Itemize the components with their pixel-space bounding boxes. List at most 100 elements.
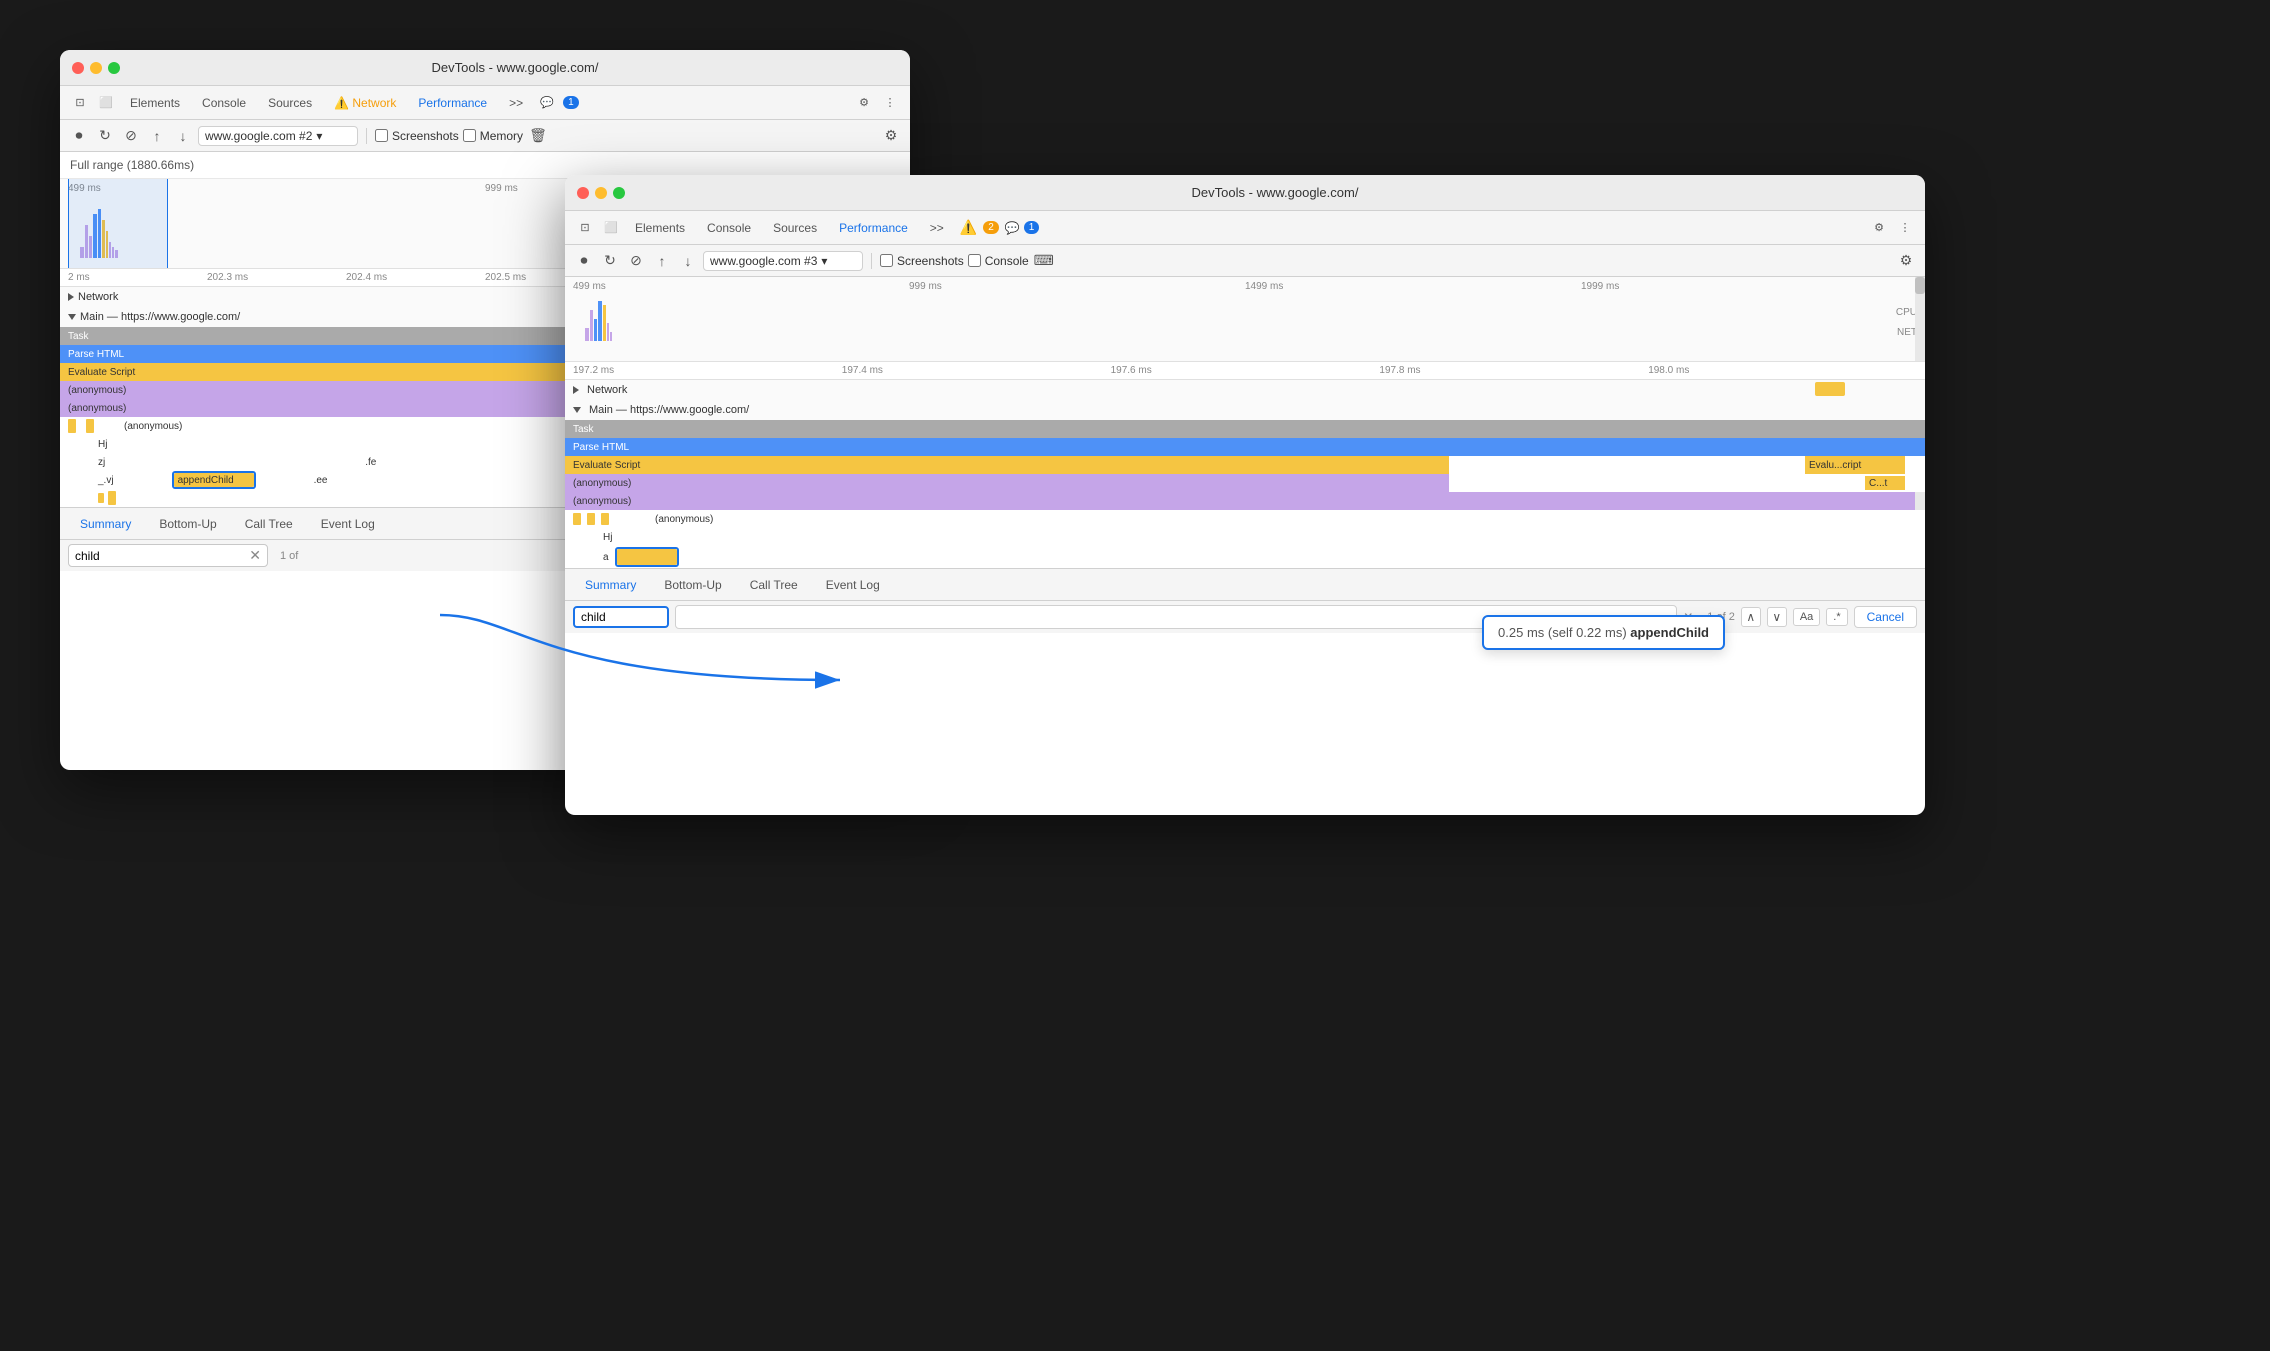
tab-more-1[interactable]: >> xyxy=(499,92,533,114)
tab-calltree-1[interactable]: Call Tree xyxy=(233,513,305,535)
memory-checkbox-1[interactable]: Memory xyxy=(463,129,523,143)
import-btn-1[interactable]: ↑ xyxy=(146,125,168,147)
perf-icon-2[interactable]: ⌨ xyxy=(1033,250,1055,272)
tab-network-1[interactable]: ⚠️ Network xyxy=(324,92,406,114)
anon-row-2a: (anonymous) C...t xyxy=(565,474,1925,492)
clear-btn-2[interactable]: ⊘ xyxy=(625,250,647,272)
tab-calltree-2[interactable]: Call Tree xyxy=(738,574,810,596)
search-input-wrap-2[interactable] xyxy=(573,606,669,628)
traffic-lights-1 xyxy=(72,62,120,74)
url-dropdown-2[interactable]: www.google.com #3 ▾ xyxy=(703,251,863,271)
ruler-202-3: 202.3 ms xyxy=(207,272,346,283)
reload-btn-2[interactable]: ↻ xyxy=(599,250,621,272)
search-input-wrap-1[interactable]: ✕ xyxy=(68,544,268,567)
warning-icon-2: ⚠️ xyxy=(960,219,977,236)
record-btn-1[interactable]: ⏺ xyxy=(68,125,90,147)
bottom-tabs-2: Summary Bottom-Up Call Tree Event Log xyxy=(565,568,1925,600)
scrollbar-flame xyxy=(1915,492,1925,510)
search-input-2[interactable] xyxy=(581,610,661,624)
trash-btn-1[interactable]: 🗑 xyxy=(527,125,549,147)
window-title-2: DevTools - www.google.com/ xyxy=(637,185,1913,200)
main-triangle-2 xyxy=(573,407,581,413)
sub-anon-row-2: (anonymous) xyxy=(565,510,1925,528)
tab-performance-2[interactable]: Performance xyxy=(829,217,918,239)
close-button-1[interactable] xyxy=(72,62,84,74)
toolbar-1: ⏺ ↻ ⊘ ↑ ↓ www.google.com #2 ▾ Screenshot… xyxy=(60,120,910,152)
minimize-button-1[interactable] xyxy=(90,62,102,74)
tab-bottomup-1[interactable]: Bottom-Up xyxy=(147,513,228,535)
import-btn-2[interactable]: ↑ xyxy=(651,250,673,272)
settings-icon-1[interactable]: ⚙ xyxy=(852,91,876,115)
search-regex-btn-2[interactable]: .* xyxy=(1826,608,1847,626)
url-dropdown-1[interactable]: www.google.com #2 ▾ xyxy=(198,126,358,146)
clear-btn-1[interactable]: ⊘ xyxy=(120,125,142,147)
settings-btn-2[interactable]: ⚙ xyxy=(1895,250,1917,272)
tooltip-time: 0.25 ms (self 0.22 ms) xyxy=(1498,625,1627,640)
tab-console-2[interactable]: Console xyxy=(697,217,761,239)
export-btn-2[interactable]: ↓ xyxy=(677,250,699,272)
appendchild-bar-2[interactable] xyxy=(617,549,677,565)
maximize-button-2[interactable] xyxy=(613,187,625,199)
search-count-1: 1 of xyxy=(280,550,298,562)
badge-warnings-2: 2 xyxy=(983,221,999,234)
cpu-label: CPU xyxy=(1896,307,1917,318)
screenshots-checkbox-1[interactable]: Screenshots xyxy=(375,129,459,143)
tab-summary-2[interactable]: Summary xyxy=(573,574,648,596)
tab-performance-1[interactable]: Performance xyxy=(408,92,497,114)
chat-icon-1[interactable]: 💬 xyxy=(535,91,559,115)
network-row-2[interactable]: Network xyxy=(565,380,1925,400)
tab-sources-2[interactable]: Sources xyxy=(763,217,827,239)
scrollbar-thumb-2[interactable] xyxy=(1915,277,1925,294)
tab-elements-1[interactable]: Elements xyxy=(120,92,190,114)
screenshots-checkbox-2[interactable]: Screenshots xyxy=(880,254,964,268)
settings-icon-2[interactable]: ⚙ xyxy=(1867,216,1891,240)
title-bar-1: DevTools - www.google.com/ xyxy=(60,50,910,86)
tab-bar-2: ⊡ ⬜ Elements Console Sources Performance… xyxy=(565,211,1925,245)
memory-checkbox-2[interactable]: Console xyxy=(968,254,1029,268)
ruler-202-4: 202.4 ms xyxy=(346,272,485,283)
tab-eventlog-2[interactable]: Event Log xyxy=(814,574,892,596)
search-aa-btn-2[interactable]: Aa xyxy=(1793,608,1820,626)
main-row-2[interactable]: Main — https://www.google.com/ xyxy=(565,400,1925,420)
settings-btn-1[interactable]: ⚙ xyxy=(880,125,902,147)
search-input-1[interactable] xyxy=(75,549,245,563)
export-btn-1[interactable]: ↓ xyxy=(172,125,194,147)
badge-count-2: 1 xyxy=(1024,221,1040,234)
tab-sources-1[interactable]: Sources xyxy=(258,92,322,114)
appendchild-bar-1[interactable]: appendChild xyxy=(174,473,254,487)
search-next-btn-2[interactable]: ∨ xyxy=(1767,607,1787,627)
tab-elements-2[interactable]: Elements xyxy=(625,217,695,239)
anon-row-2b: (anonymous) xyxy=(565,492,1925,510)
traffic-lights-2 xyxy=(577,187,625,199)
divider-2 xyxy=(871,253,872,269)
close-button-2[interactable] xyxy=(577,187,589,199)
hj-row-2: Hj xyxy=(565,528,1925,546)
reload-btn-1[interactable]: ↻ xyxy=(94,125,116,147)
net-label: NET xyxy=(1897,327,1917,338)
tab-eventlog-1[interactable]: Event Log xyxy=(309,513,387,535)
inspect-icon-2[interactable]: ⊡ xyxy=(573,216,597,240)
tab-bar-1: ⊡ ⬜ Elements Console Sources ⚠️ Network … xyxy=(60,86,910,120)
selection-1[interactable] xyxy=(68,179,168,268)
more-icon-1[interactable]: ⋮ xyxy=(878,91,902,115)
tab-summary-1[interactable]: Summary xyxy=(68,513,143,535)
minimize-button-2[interactable] xyxy=(595,187,607,199)
device-icon[interactable]: ⬜ xyxy=(94,91,118,115)
device-icon-2[interactable]: ⬜ xyxy=(599,216,623,240)
tab-more-2[interactable]: >> xyxy=(920,217,954,239)
maximize-button-1[interactable] xyxy=(108,62,120,74)
parse-html-row-2: Parse HTML xyxy=(565,438,1925,456)
appendchild-row-2[interactable]: a xyxy=(565,546,1925,568)
scrollbar-2[interactable] xyxy=(1915,277,1925,361)
cancel-btn-2[interactable]: Cancel xyxy=(1854,606,1917,628)
search-clear-1[interactable]: ✕ xyxy=(249,547,261,564)
window-title-1: DevTools - www.google.com/ xyxy=(132,60,898,75)
tab-bottomup-2[interactable]: Bottom-Up xyxy=(652,574,733,596)
more-icon-2[interactable]: ⋮ xyxy=(1893,216,1917,240)
inspect-icon[interactable]: ⊡ xyxy=(68,91,92,115)
tab-console-1[interactable]: Console xyxy=(192,92,256,114)
highlight-border-2 xyxy=(615,547,679,567)
timeline-overview-2[interactable]: 499 ms 999 ms 1499 ms 1999 ms CPU NET xyxy=(565,277,1925,362)
record-btn-2[interactable]: ⏺ xyxy=(573,250,595,272)
search-prev-btn-2[interactable]: ∧ xyxy=(1741,607,1761,627)
